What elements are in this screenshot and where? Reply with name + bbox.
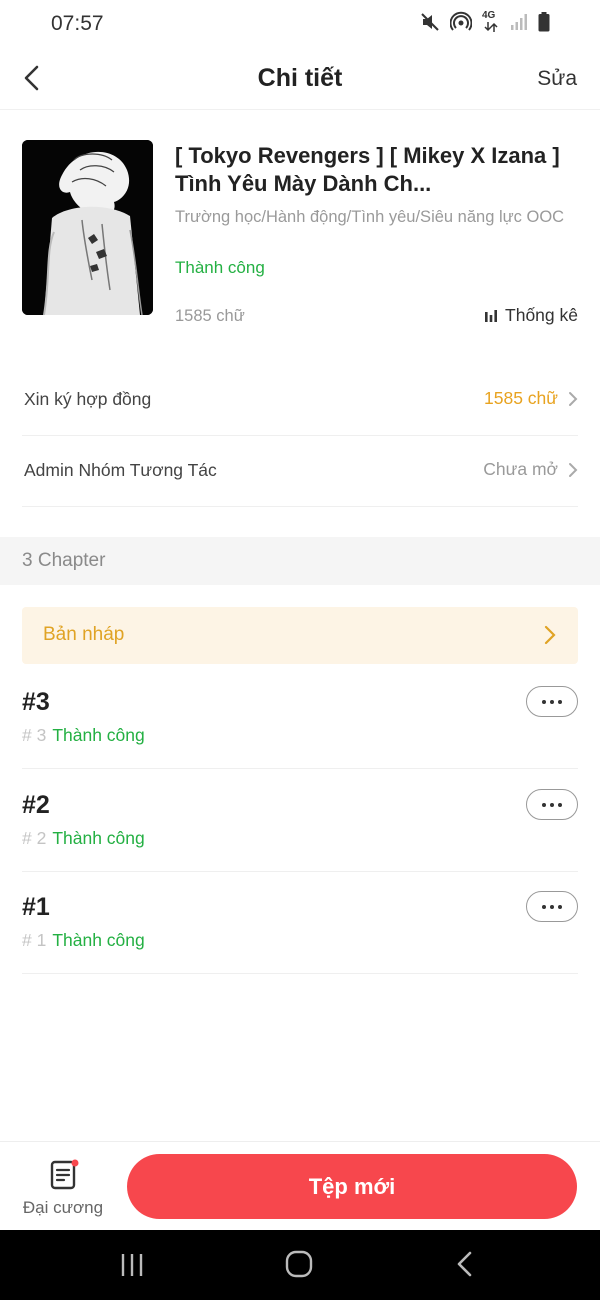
back-icon[interactable] [455,1250,475,1278]
chevron-right-icon [569,391,578,406]
more-dot [558,802,562,807]
chapter-number: # 1 [22,930,47,950]
chapter-status: Thành công [52,725,145,745]
more-dot [542,904,546,909]
chapter-count-label: 3 Chapter [22,550,106,571]
battery-icon [538,12,550,32]
recent-apps-icon[interactable] [120,1252,144,1278]
network-4g-label: 4G [482,10,496,21]
header: Chi tiết Sửa [0,50,600,110]
page-title: Chi tiết [257,64,343,92]
more-dot [550,802,554,807]
hotspot-icon [450,11,472,31]
mute-icon [421,13,439,31]
row-contract-value: 1585 chữ [484,388,558,408]
chapter-title: #1 [22,893,50,921]
chapter-section-header: 3 Chapter [0,537,600,585]
status-icons: 4G [420,10,550,33]
chapter-item[interactable]: #1 # 1 Thành công [22,871,578,974]
row-contract-value-group: 1585 chữ [484,388,578,409]
stats-button[interactable]: Thống kê [484,305,578,326]
chapter-meta: # 1 Thành công [22,930,145,951]
bottom-action-bar: Đại cương Tệp mới [0,1141,600,1230]
signal-icon [511,14,527,30]
new-file-button[interactable]: Tệp mới [127,1154,577,1219]
row-admin-group-label: Admin Nhóm Tương Tác [24,460,217,480]
chevron-right-icon [544,625,556,645]
home-icon[interactable] [285,1250,313,1278]
bar-chart-icon [485,309,498,322]
status-bar: 07:57 4G [0,0,600,48]
chapter-title: #3 [22,688,50,716]
chapter-title: #2 [22,791,50,819]
chapter-item[interactable]: #3 # 3 Thành công [22,666,578,769]
book-status: Thành công [175,258,265,277]
row-admin-group[interactable]: Admin Nhóm Tương Tác Chưa mở [22,437,578,507]
row-contract[interactable]: Xin ký hợp đồng 1585 chữ [22,366,578,436]
chapter-item[interactable]: #2 # 2 Thành công [22,769,578,872]
more-dot [550,904,554,909]
chapter-more-button[interactable] [526,891,578,922]
chapter-meta: # 3 Thành công [22,725,145,746]
chapter-number: # 2 [22,828,47,848]
chapter-status: Thành công [52,930,145,950]
system-navigation-bar [0,1230,600,1300]
outline-document-icon [50,1159,79,1190]
chapter-number: # 3 [22,725,47,745]
outline-button[interactable]: Đại cương [18,1157,108,1221]
status-time: 07:57 [51,12,104,35]
more-dot [542,802,546,807]
book-genre: Trường học/Hành động/Tình yêu/Siêu năng … [175,208,565,226]
chapter-meta: # 2 Thành công [22,828,145,849]
draft-row[interactable]: Bản nháp [22,607,578,664]
network-4g-icon: 4G [482,10,500,33]
draft-label: Bản nháp [43,624,125,645]
more-dot [542,699,546,704]
chapter-more-button[interactable] [526,686,578,717]
book-word-count: 1585 chữ [175,307,245,325]
row-admin-group-value: Chưa mở [483,459,558,479]
outline-label: Đại cương [22,1198,104,1217]
chevron-right-icon [569,462,578,477]
more-dot [558,699,562,704]
more-dot [550,699,554,704]
row-admin-group-value-group: Chưa mở [483,459,578,480]
stats-label: Thống kê [505,305,578,325]
book-title: [ Tokyo Revengers ] [ Mikey X Izana ] Tì… [175,143,560,196]
more-dot [558,904,562,909]
edit-button[interactable]: Sửa [537,67,577,91]
book-cover-image[interactable] [22,140,153,315]
row-contract-label: Xin ký hợp đồng [24,389,152,409]
chapter-status: Thành công [52,828,145,848]
chapter-more-button[interactable] [526,789,578,820]
